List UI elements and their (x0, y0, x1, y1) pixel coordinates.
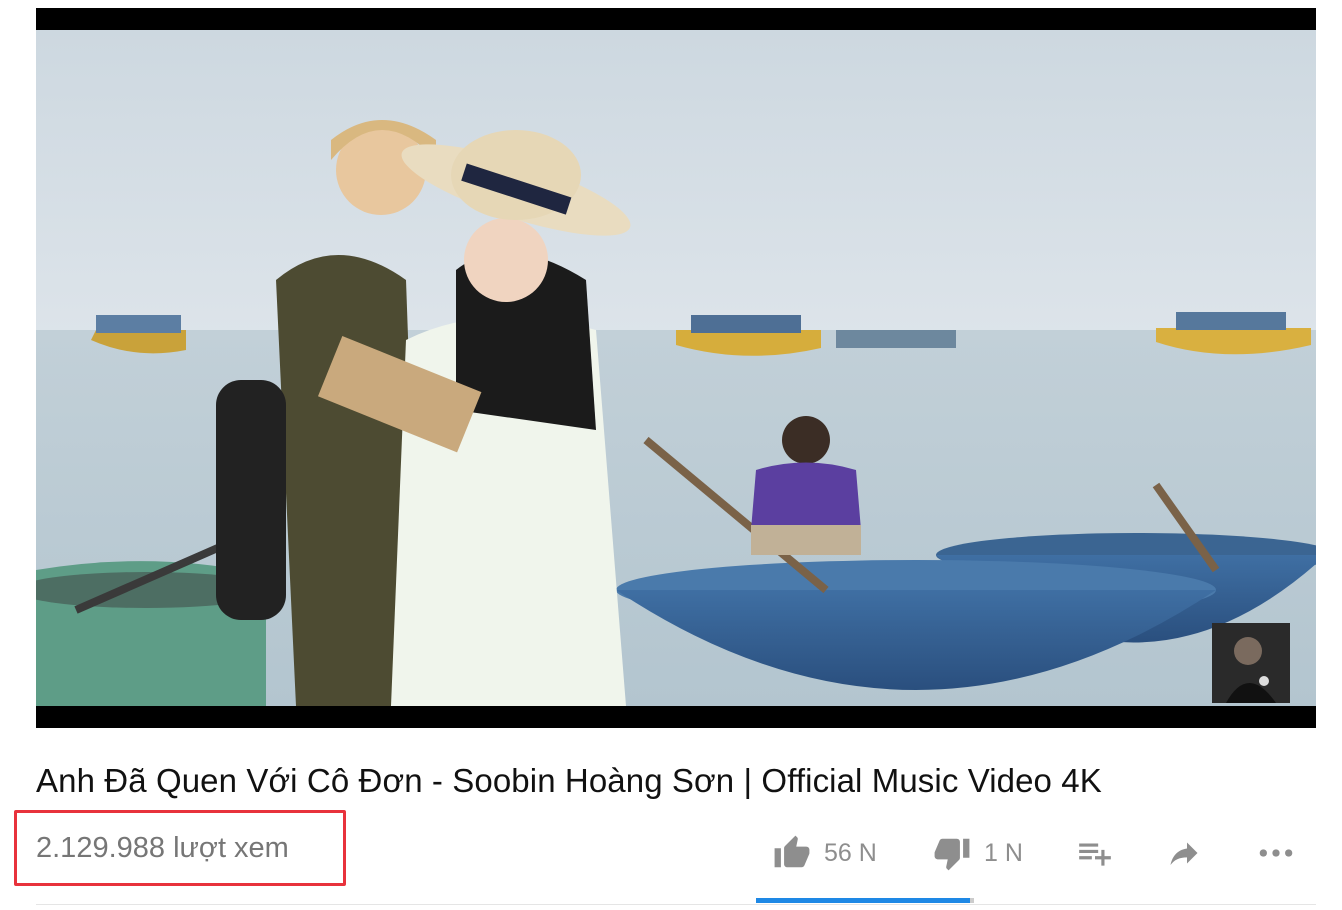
like-dislike-ratio-bar (756, 898, 974, 903)
video-actions: 56 N 1 N (0, 830, 1342, 880)
dislike-button[interactable]: 1 N (932, 830, 1023, 876)
section-divider (36, 904, 1316, 905)
share-icon (1170, 842, 1198, 865)
channel-watermark[interactable] (1212, 623, 1290, 703)
video-frame (36, 30, 1316, 706)
more-actions-button[interactable] (1256, 830, 1296, 876)
more-horiz-icon (1259, 849, 1293, 857)
add-to-playlist-button[interactable] (1076, 830, 1114, 876)
dislike-count: 1 N (984, 838, 1023, 867)
like-count: 56 N (824, 838, 877, 867)
playlist-add-icon (1079, 843, 1111, 866)
share-button[interactable] (1166, 830, 1202, 876)
like-button[interactable]: 56 N (772, 830, 877, 876)
video-title: Anh Đã Quen Với Cô Đơn - Soobin Hoàng Sơ… (36, 762, 1102, 799)
thumbs-down-icon (934, 838, 970, 871)
like-ratio-fill (756, 898, 970, 903)
channel-watermark-image (1212, 623, 1290, 703)
thumbs-up-icon (774, 835, 810, 868)
video-player[interactable] (36, 8, 1316, 728)
